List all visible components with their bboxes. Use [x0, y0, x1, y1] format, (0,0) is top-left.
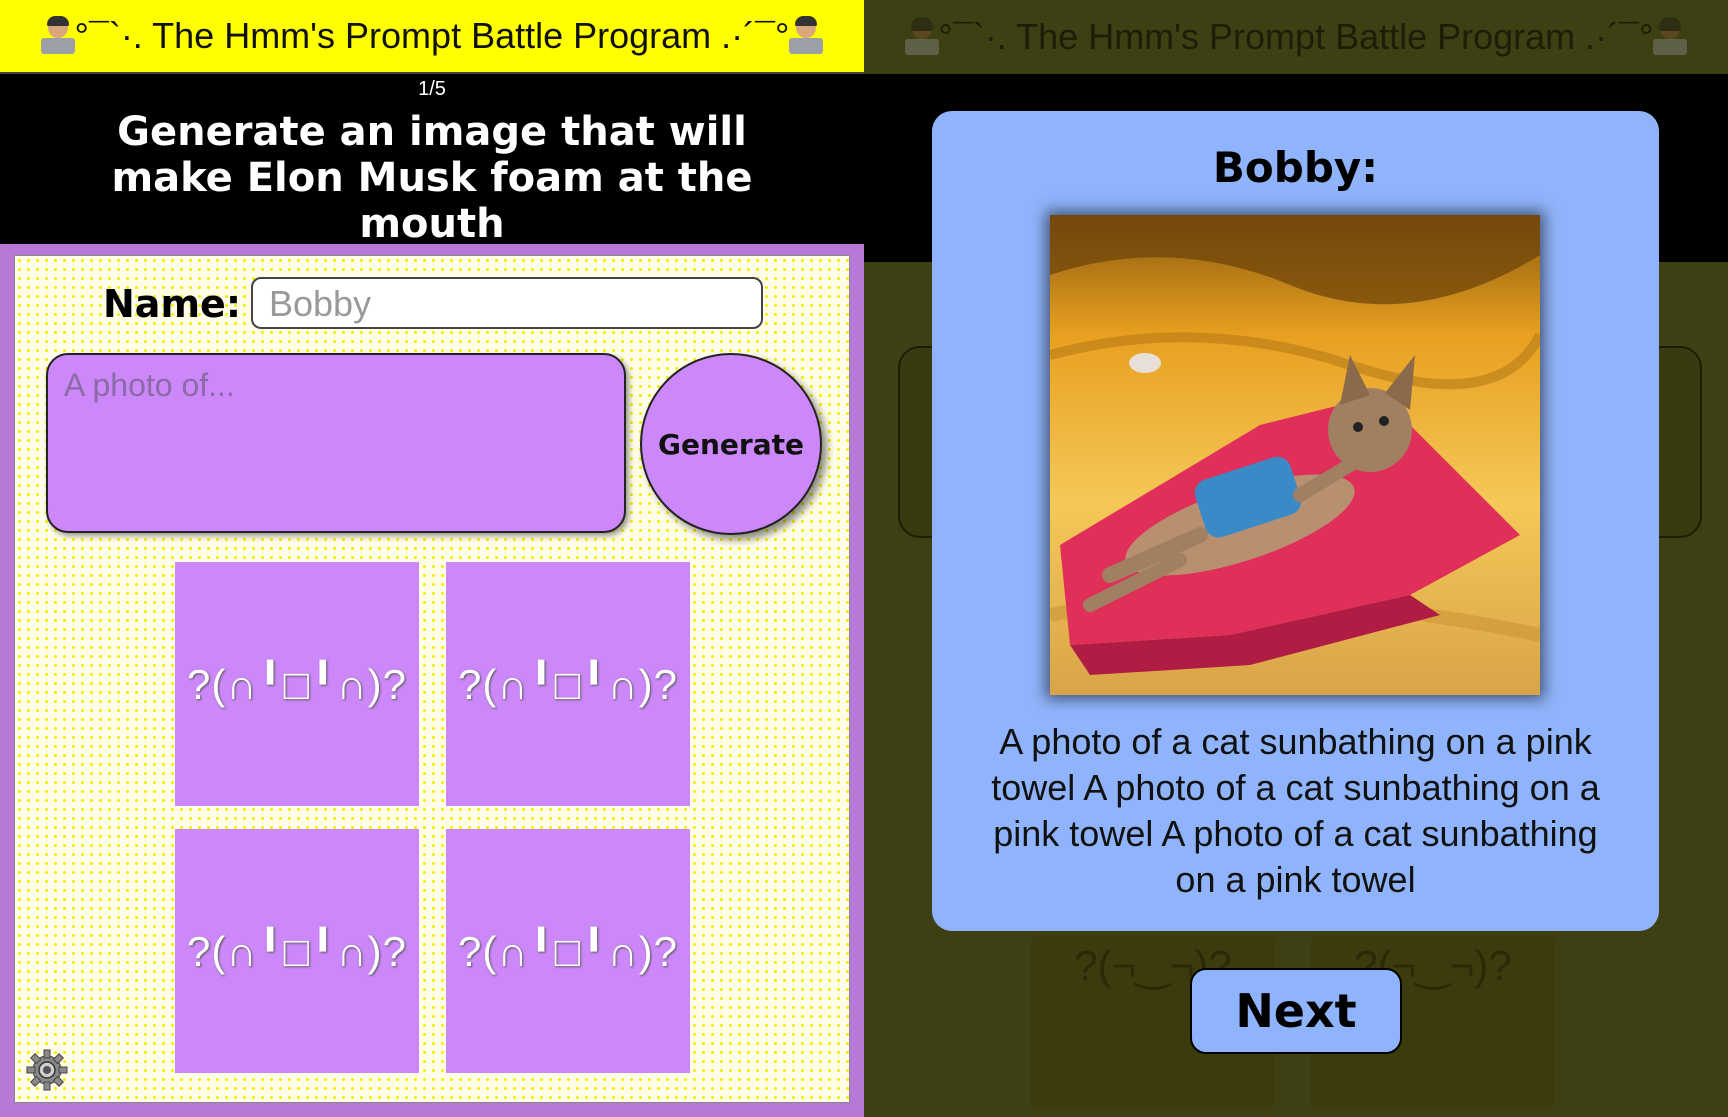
prompt-input[interactable]: A photo of...: [46, 353, 626, 533]
technologist-icon: [1653, 17, 1688, 57]
round-banner: 1/5 Generate an image that will make Elo…: [0, 74, 864, 247]
app-title: °¯`·. The Hmm's Prompt Battle Program .·…: [938, 16, 1654, 57]
player-card: Name: Bobby A photo of... Generate ?(∩╹□…: [14, 255, 850, 1103]
result-tile[interactable]: ?(∩╹□╹∩)?: [446, 829, 690, 1073]
result-tile[interactable]: ?(∩╹□╹∩)?: [175, 829, 419, 1073]
reveal-panel: °¯`·. The Hmm's Prompt Battle Program .·…: [864, 0, 1728, 1117]
modal-title: Bobby:: [1212, 143, 1379, 192]
technologist-icon: [904, 17, 939, 57]
next-button[interactable]: Next: [1190, 968, 1402, 1054]
round-prompt: Generate an image that will make Elon Mu…: [111, 109, 753, 247]
technologist-icon: [40, 16, 75, 56]
gear-icon[interactable]: [25, 1048, 69, 1092]
app-header: °¯`·. The Hmm's Prompt Battle Program .·…: [0, 0, 864, 74]
generate-button[interactable]: Generate: [640, 353, 822, 535]
name-label: Name:: [103, 282, 242, 326]
modal-caption: A photo of a cat sunbathing on a pink to…: [991, 721, 1600, 900]
result-tile[interactable]: ?(∩╹□╹∩)?: [446, 562, 690, 806]
result-modal: Bobby: A photo of a cat sunbathing on a …: [932, 111, 1659, 931]
app-title: °¯`·. The Hmm's Prompt Battle Program .·…: [74, 15, 790, 56]
generated-image: [1050, 215, 1540, 695]
technologist-icon: [789, 16, 824, 56]
round-counter: 1/5: [418, 78, 446, 100]
player-panel: °¯`·. The Hmm's Prompt Battle Program .·…: [0, 0, 864, 1117]
result-tile[interactable]: ?(∩╹□╹∩)?: [175, 562, 419, 806]
name-field[interactable]: Bobby: [251, 277, 763, 329]
app-header-dimmed: °¯`·. The Hmm's Prompt Battle Program .·…: [864, 0, 1728, 74]
